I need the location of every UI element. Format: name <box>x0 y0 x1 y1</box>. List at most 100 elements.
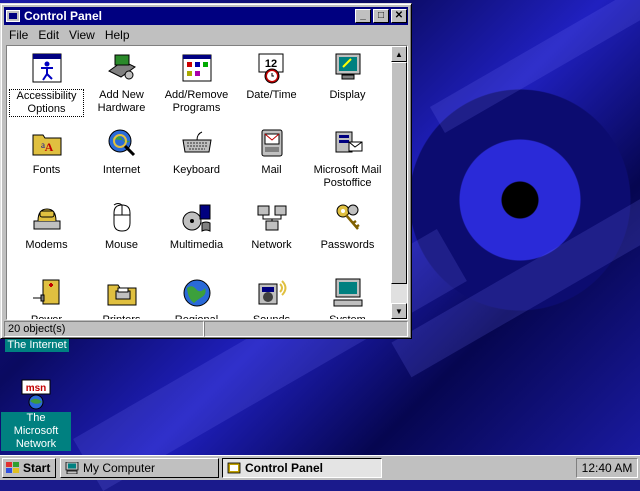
scroll-up-button[interactable]: ▲ <box>391 46 407 62</box>
cp-item-add-remove-programs[interactable]: Add/Remove Programs <box>159 49 234 115</box>
svg-text:A: A <box>44 140 53 154</box>
cp-item-label: Internet <box>102 164 141 176</box>
menu-help[interactable]: Help <box>100 28 135 42</box>
minimize-button[interactable]: _ <box>355 9 371 23</box>
cp-item-regional[interactable]: Regional <box>159 274 234 319</box>
cp-item-label: Mail <box>261 164 282 176</box>
scroll-thumb[interactable] <box>391 62 407 284</box>
multimedia-icon <box>182 204 210 232</box>
vertical-scrollbar[interactable]: ▲ ▼ <box>391 46 407 319</box>
programs-icon <box>182 54 211 82</box>
cp-item-keyboard[interactable]: Keyboard <box>159 124 234 177</box>
keyboard-icon <box>181 131 212 153</box>
control-panel-window[interactable]: Control Panel _ □ ✕ File Edit View Help … <box>0 3 412 339</box>
mail-icon <box>261 129 282 157</box>
cp-item-label: Modems <box>25 239 68 251</box>
display-icon <box>335 53 360 80</box>
cp-item-display[interactable]: Display <box>310 49 385 102</box>
fonts-folder-icon: Aa <box>32 134 61 156</box>
globe-icon <box>183 279 210 307</box>
control-panel-icon <box>227 462 241 474</box>
power-plug-icon <box>32 279 59 305</box>
cp-item-label: Power <box>30 314 63 319</box>
desktop-icon-internet[interactable]: The Internet <box>2 339 72 352</box>
cp-item-label: Add New Hardware <box>97 89 146 114</box>
menubar: File Edit View Help <box>4 26 408 44</box>
svg-text:12: 12 <box>264 58 276 70</box>
calendar-clock-icon: 12 <box>258 53 283 84</box>
modem-phone-icon <box>33 208 60 230</box>
cp-item-label: Sounds <box>252 314 291 319</box>
cp-item-label: Multimedia <box>169 239 224 251</box>
cp-item-passwords[interactable]: Passwords <box>310 199 385 252</box>
cp-item-label: Display <box>329 89 366 101</box>
wallpaper-band <box>429 0 640 133</box>
scroll-down-button[interactable]: ▼ <box>391 303 407 319</box>
cp-item-label: Keyboard <box>172 164 221 176</box>
cp-item-label: Passwords <box>320 239 375 251</box>
cp-item-add-new-hardware[interactable]: Add New Hardware <box>84 49 159 115</box>
cp-item-label: Date/Time <box>246 89 297 101</box>
status-object-count: 20 object(s) <box>4 321 204 337</box>
close-button[interactable]: ✕ <box>391 9 407 23</box>
cp-item-label: Network <box>251 239 292 251</box>
cp-item-accessibility-options[interactable]: Accessibility Options <box>9 49 84 117</box>
desktop-icon-label: The Internet <box>5 339 69 352</box>
cp-item-label: Mouse <box>104 239 139 251</box>
globe-magnifier-icon <box>108 129 135 157</box>
mouse-icon <box>113 203 130 232</box>
status-empty-cell <box>204 321 408 337</box>
cp-item-mail[interactable]: Mail <box>234 124 309 177</box>
cp-item-network[interactable]: Network <box>234 199 309 252</box>
icon-view: Accessibility Options Add New Hardware Add… <box>6 45 408 320</box>
cp-item-modems[interactable]: Modems <box>9 199 84 252</box>
cp-item-system[interactable]: System <box>310 274 385 319</box>
maximize-button[interactable]: □ <box>373 9 389 23</box>
my-computer-icon <box>65 462 79 474</box>
accessibility-icon <box>32 53 61 83</box>
cp-item-label: Printers <box>102 314 142 319</box>
desktop-icon-msn[interactable]: msn The Microsoft Network <box>1 378 71 451</box>
cp-item-sounds[interactable]: Sounds <box>234 274 309 319</box>
desktop-icon-label: The Microsoft Network <box>1 412 71 451</box>
msn-logo-text: msn <box>26 383 47 394</box>
cp-item-label: System <box>328 314 367 319</box>
clock[interactable]: 12:40 AM <box>582 461 633 475</box>
printers-folder-icon <box>107 284 136 306</box>
cp-item-label: Fonts <box>32 164 61 176</box>
control-panel-items: Accessibility Options Add New Hardware Add… <box>7 46 392 319</box>
control-panel-icon <box>6 10 20 22</box>
speaker-icon <box>258 280 286 305</box>
cp-item-label: Regional <box>174 314 219 319</box>
menu-file[interactable]: File <box>4 28 33 42</box>
cp-item-power[interactable]: Power <box>9 274 84 319</box>
start-label: Start <box>23 461 51 475</box>
cp-item-multimedia[interactable]: Multimedia <box>159 199 234 252</box>
windows-logo-icon <box>6 462 19 473</box>
titlebar[interactable]: Control Panel _ □ ✕ <box>4 7 408 25</box>
start-button[interactable]: Start <box>2 458 56 478</box>
taskbar: Start My Computer Control Panel 12:40 AM <box>0 455 640 480</box>
window-title: Control Panel <box>24 9 103 23</box>
status-bar: 20 object(s) <box>4 321 408 337</box>
cp-item-date-time[interactable]: 12 Date/Time <box>234 49 309 102</box>
keys-icon <box>336 204 360 230</box>
computer-icon <box>333 278 362 307</box>
postoffice-icon <box>335 131 362 153</box>
cp-item-mouse[interactable]: Mouse <box>84 199 159 252</box>
hardware-icon <box>107 54 136 80</box>
cp-item-internet[interactable]: Internet <box>84 124 159 177</box>
task-label: Control Panel <box>245 461 324 475</box>
svg-text:a: a <box>41 140 45 150</box>
cp-item-printers[interactable]: Printers <box>84 274 159 319</box>
task-my-computer[interactable]: My Computer <box>60 458 219 478</box>
task-label: My Computer <box>83 461 156 475</box>
cp-item-label: Add/Remove Programs <box>164 89 229 114</box>
cp-item-microsoft-mail-postoffice[interactable]: Microsoft Mail Postoffice <box>310 124 385 190</box>
menu-edit[interactable]: Edit <box>33 28 64 42</box>
network-icon <box>257 205 286 231</box>
cp-item-fonts[interactable]: Aa Fonts <box>9 124 84 177</box>
menu-view[interactable]: View <box>64 28 100 42</box>
task-control-panel[interactable]: Control Panel <box>222 458 382 478</box>
msn-icon: msn <box>21 379 51 410</box>
